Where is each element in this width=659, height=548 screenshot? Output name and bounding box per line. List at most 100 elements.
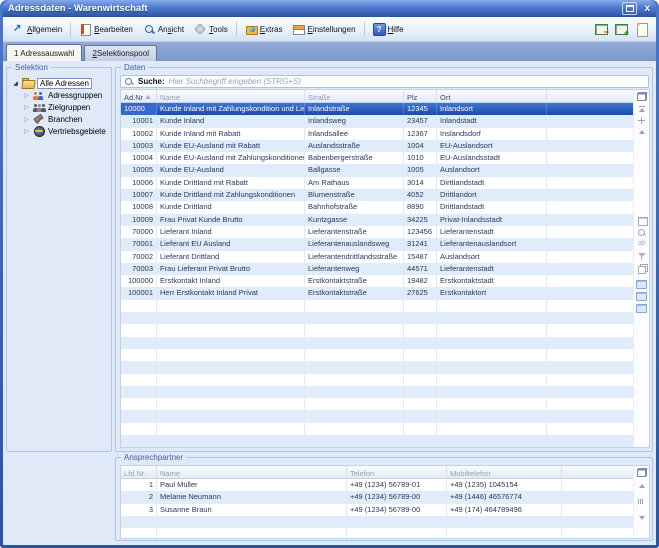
cell-lfdnr: 1 xyxy=(121,479,157,491)
edit-cells-icon[interactable] xyxy=(637,216,647,225)
scroll-top-icon[interactable] xyxy=(639,106,645,112)
table-row[interactable]: 70003Frau Lieferant Privat BruttoLiefera… xyxy=(121,263,633,275)
titlebar: Adressdaten - Warenwirtschaft x xyxy=(3,0,656,17)
restore-button[interactable] xyxy=(622,2,637,15)
tab-adressauswahl[interactable]: 1 Adressauswahl xyxy=(6,44,82,61)
menu-item-allgemein[interactable]: Allgemein xyxy=(7,20,67,38)
list-view-icon-1[interactable] xyxy=(636,280,647,289)
menu-separator xyxy=(364,22,365,37)
grid-search-icon[interactable] xyxy=(637,228,647,237)
column-header-mobiltelefon[interactable]: Mobiltelefon xyxy=(447,466,562,478)
column-header-lfdnr[interactable]: Lfd.Nr. xyxy=(121,466,157,478)
cell-plz: 1005 xyxy=(404,164,437,176)
tree-label-zielgruppen: Zielgruppen xyxy=(48,103,90,112)
cell-plz: 15487 xyxy=(404,251,437,263)
table-row[interactable]: 10003Kunde EU-Ausland mit RabattAuslands… xyxy=(121,140,633,152)
cell-strae: Erstkontaktstraße xyxy=(305,275,404,287)
sidebar-item-adressgruppen[interactable]: ▷Adressgruppen xyxy=(12,89,109,101)
cell-adnr: 10000 xyxy=(121,103,157,115)
table-row[interactable]: 70002Lieferant DrittlandLieferantendritt… xyxy=(121,251,633,263)
menu-item-ansicht[interactable]: Ansicht xyxy=(138,20,189,38)
column-header-telefon[interactable]: Telefon xyxy=(347,466,447,478)
column-header-name[interactable]: Name xyxy=(157,466,347,478)
menu-separator xyxy=(70,22,71,37)
expand-icon[interactable]: ▷ xyxy=(23,116,30,123)
sidebar-item-vertriebsgebiete[interactable]: ▷Vertriebsgebiete xyxy=(12,125,109,137)
menu-label-hilfe: Hilfe xyxy=(388,25,404,34)
sidebar-item-branchen[interactable]: ▷Branchen xyxy=(12,113,109,125)
cell-adnr: 10003 xyxy=(121,140,157,152)
expand-icon[interactable]: ▷ xyxy=(23,92,30,99)
cell-lfdnr: 3 xyxy=(121,504,157,516)
table-row[interactable]: 100000Erstkontakt InlandErstkontaktstraß… xyxy=(121,275,633,287)
column-header-name[interactable]: Name xyxy=(157,90,305,102)
table-row[interactable]: 10008Kunde DrittlandBahnhofstraße8890Dri… xyxy=(121,201,633,213)
sidebar-item-zielgruppen[interactable]: ▷ Zielgruppen xyxy=(12,101,109,113)
column-header-label: Lfd.Nr. xyxy=(124,469,146,478)
new-document-icon[interactable] xyxy=(634,22,649,36)
menu-label-extras: Extras xyxy=(260,25,283,34)
table-row[interactable]: 10007Kunde Drittland mit Zahlungskonditi… xyxy=(121,189,633,201)
column-header-ort[interactable]: Ort xyxy=(437,90,547,102)
cell-ort: Auslandsort xyxy=(437,251,547,263)
text-format-icon[interactable] xyxy=(637,240,647,249)
search-label: Suche: xyxy=(138,77,165,86)
column-header-adnr[interactable]: Ad.Nr xyxy=(121,90,157,102)
table-row[interactable]: 70001Lieferant EU AuslandLieferantenausl… xyxy=(121,238,633,250)
expand-icon[interactable]: ▷ xyxy=(23,104,30,111)
empty-row xyxy=(121,300,633,312)
list-view-icon-2[interactable] xyxy=(636,292,647,301)
expand-plus-icon[interactable] xyxy=(638,117,645,124)
cell-adnr: 70002 xyxy=(121,251,157,263)
close-button[interactable]: x xyxy=(641,2,653,15)
table-remove-icon[interactable] xyxy=(594,22,609,36)
menu-item-tools[interactable]: Tools xyxy=(189,20,233,38)
cell-ort: Drittlandort xyxy=(437,189,547,201)
table-row[interactable]: 10002Kunde Inland mit RabattInlandsallee… xyxy=(121,128,633,140)
table-row[interactable]: 100001Herr Erstkontakt Inland PrivatErst… xyxy=(121,287,633,299)
scroll-up-icon[interactable] xyxy=(639,130,645,134)
scrollbar-handle[interactable] xyxy=(638,499,646,504)
table-row[interactable]: 10009Frau Privat Kunde BruttoKuntzgasse3… xyxy=(121,214,633,226)
table-add-icon[interactable] xyxy=(614,22,629,36)
cell-name: Kunde Drittland mit Zahlungskonditionen xyxy=(157,189,305,201)
table-row[interactable]: 10004Kunde EU-Ausland mit Zahlungskondit… xyxy=(121,152,633,164)
menu-item-bearbeiten[interactable]: Bearbeiten xyxy=(74,20,138,38)
scroll-up-icon[interactable] xyxy=(639,484,645,488)
column-header-label: Plz xyxy=(407,93,417,102)
tab-selektionspool[interactable]: 2 Selektionspool xyxy=(84,45,157,61)
table-row[interactable]: 10006Kunde Drittland mit RabattAm Rathau… xyxy=(121,177,633,189)
column-chooser-icon[interactable] xyxy=(637,92,647,101)
collapse-icon[interactable]: ◢ xyxy=(12,80,19,87)
search-input[interactable]: Suche: Hier Suchbegriff eingeben (STRG+S… xyxy=(120,75,649,88)
table-row[interactable]: 70000Lieferant InlandLieferantenstraße12… xyxy=(121,226,633,238)
sidebar-item-alle-adressen[interactable]: ◢Alle Adressen xyxy=(12,77,109,89)
copy-icon[interactable] xyxy=(637,264,647,273)
menu-item-einstellungen[interactable]: Einstellungen xyxy=(287,20,360,38)
table-row[interactable]: 2Melanie Neumann+49 (1234) 56789-00+49 (… xyxy=(121,491,633,503)
cell-adnr: 10007 xyxy=(121,189,157,201)
expand-icon[interactable]: ▷ xyxy=(23,128,30,135)
table-row[interactable]: 1Paul Müller+49 (1234) 56789-01+49 (1235… xyxy=(121,479,633,491)
cell-name: Kunde Inland mit Zahlungskondition und L… xyxy=(157,103,305,115)
table-row[interactable]: 10005Kunde EU-AuslandBallgasse1005Auslan… xyxy=(121,164,633,176)
cell-ort: Drittlandstadt xyxy=(437,201,547,213)
search-placeholder: Hier Suchbegriff eingeben (STRG+S) xyxy=(169,77,301,86)
target-groups-icon xyxy=(33,102,45,112)
table-row[interactable]: 10000Kunde Inland mit Zahlungskondition … xyxy=(121,103,633,115)
column-header-strae[interactable]: Straße xyxy=(305,90,404,102)
menu-item-hilfe[interactable]: Hilfe xyxy=(368,20,409,38)
column-header-label: Straße xyxy=(308,93,331,102)
column-header-plz[interactable]: Plz xyxy=(404,90,437,102)
scroll-down-icon[interactable] xyxy=(639,516,645,520)
cell-mobiltelefon: +49 (174) 464789496 xyxy=(447,504,562,516)
cell-name: Paul Müller xyxy=(157,479,347,491)
list-view-icon-3[interactable] xyxy=(636,304,647,313)
column-chooser-icon[interactable] xyxy=(637,468,647,477)
filter-icon[interactable] xyxy=(637,252,647,261)
cell-adnr: 10004 xyxy=(121,152,157,164)
table-row[interactable]: 10001Kunde InlandInlandsweg23457Inlandst… xyxy=(121,115,633,127)
table-row[interactable]: 3Susanne Braun+49 (1234) 56789-00+49 (17… xyxy=(121,504,633,516)
menu-item-extras[interactable]: Extras xyxy=(240,20,288,38)
address-grid: Ad.NrNameStraßePlzOrt10000Kunde Inland m… xyxy=(120,89,650,448)
